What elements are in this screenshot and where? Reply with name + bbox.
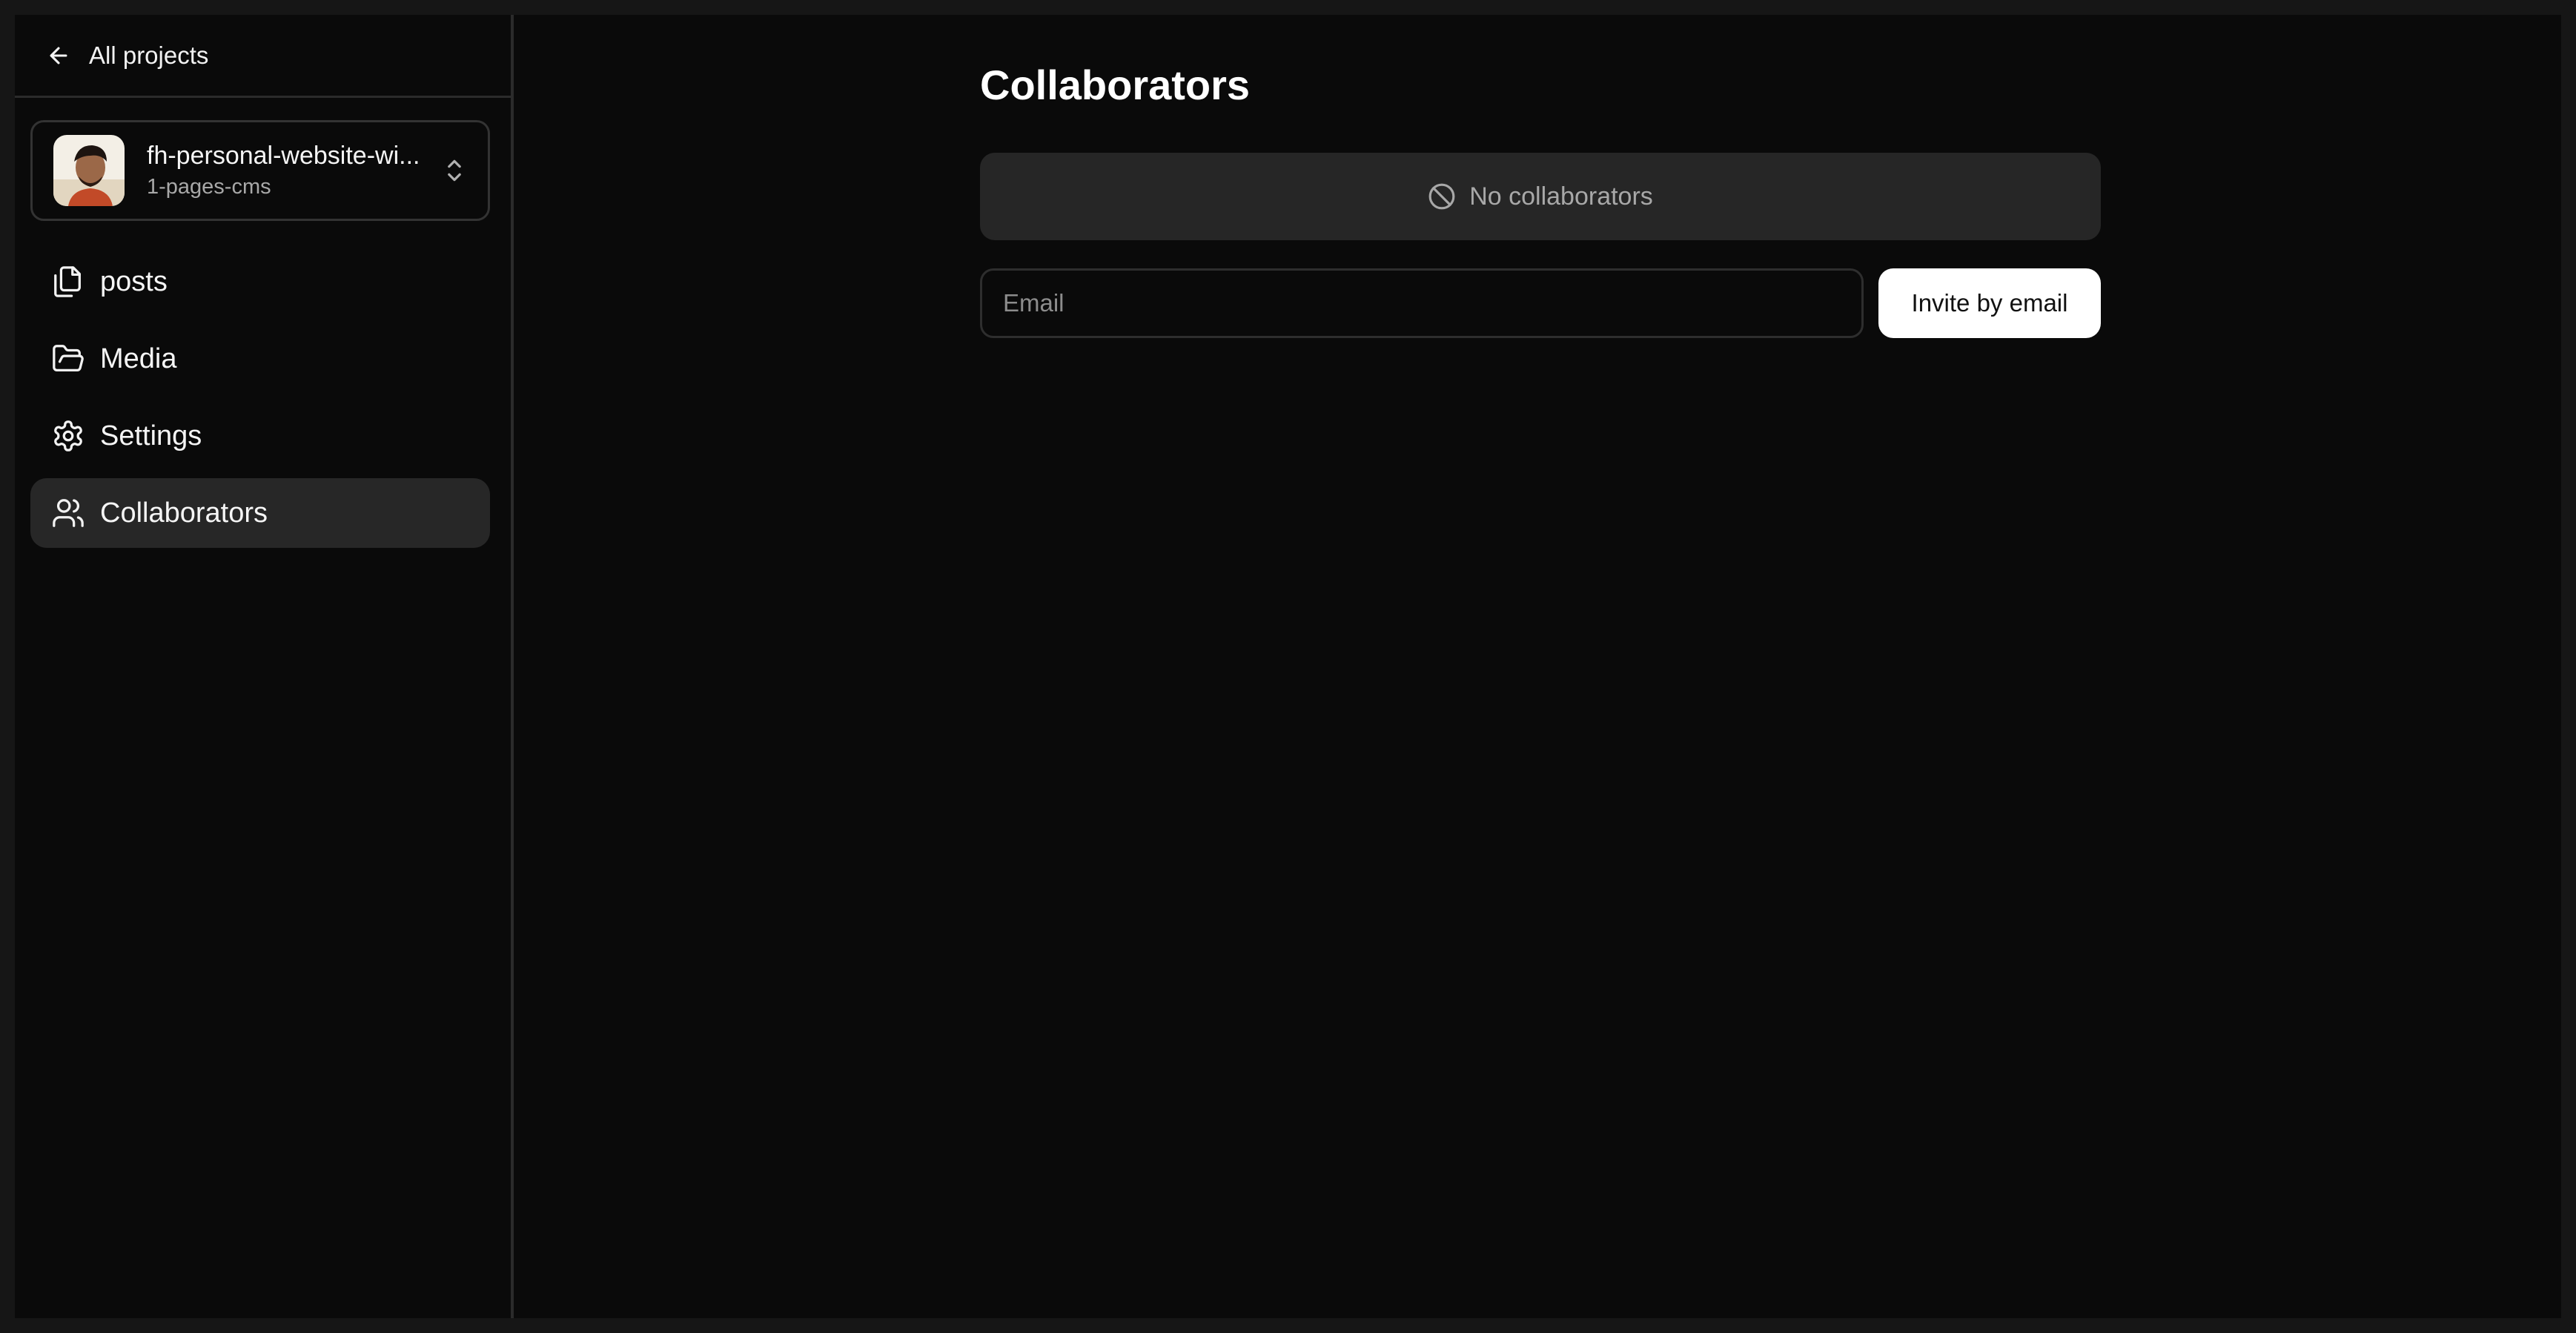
all-projects-link[interactable]: All projects [15,15,511,98]
empty-state-text: No collaborators [1469,182,1653,211]
email-input[interactable] [980,268,1864,338]
invite-by-email-button[interactable]: Invite by email [1878,268,2101,338]
folder-open-icon [53,345,84,371]
sidebar-item-label: Media [100,343,177,374]
page-title: Collaborators [980,62,1251,108]
sidebar-item-label: Settings [100,420,202,452]
files-icon [54,266,81,297]
all-projects-label: All projects [89,41,209,69]
project-avatar [53,135,125,206]
arrow-left-icon [50,47,67,64]
app-window: All projects fh-personal-website-wi... 1… [15,15,2561,1318]
sidebar-item-media[interactable]: Media [30,324,490,394]
sidebar-item-collaborators[interactable]: Collaborators [30,478,490,548]
sidebar-item-label: Collaborators [100,497,268,529]
sidebar-item-label: posts [100,265,168,297]
empty-state: No collaborators [980,153,2101,240]
ban-icon [1428,183,1455,210]
project-name: fh-personal-website-wi... [147,142,420,170]
sidebar-item-posts[interactable]: posts [30,247,490,317]
project-branch: 1-pages-cms [147,175,271,199]
users-icon [53,499,84,527]
project-switcher[interactable]: fh-personal-website-wi... 1-pages-cms [30,120,490,221]
chevrons-up-down-icon [448,159,461,182]
sidebar-nav: posts Media Settings Collaborators [30,247,490,555]
main-content: Collaborators No collaborators Invite by… [514,15,2561,1318]
gear-icon [54,420,82,452]
sidebar: All projects fh-personal-website-wi... 1… [15,15,514,1318]
sidebar-item-settings[interactable]: Settings [30,401,490,471]
